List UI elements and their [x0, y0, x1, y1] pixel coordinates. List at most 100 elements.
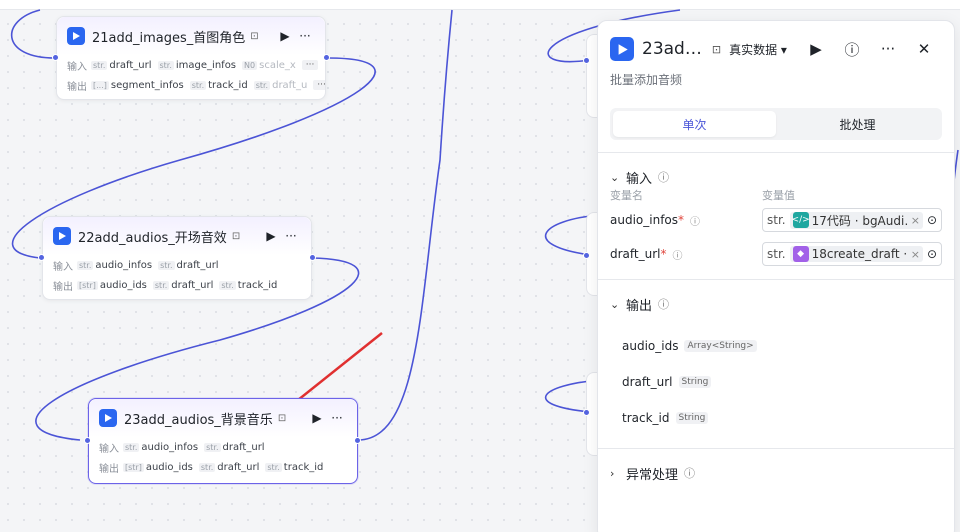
input-chip: N0 scale_x: [242, 59, 296, 71]
chevron-down-icon: ⌄: [610, 170, 620, 184]
error-section: › 异常处理 ⓘ: [598, 449, 954, 497]
play-logo-icon: [99, 409, 117, 427]
input-port[interactable]: [38, 254, 45, 261]
cube-icon: ◆: [792, 246, 809, 262]
node-config-panel: 23ad… ⊡ 真实数据 ▾ ▶ ⓘ ··· ✕ 批量添加音频 单次 批处理 ⌄…: [597, 20, 955, 532]
output-chip: [...] segment_infos: [91, 79, 184, 91]
node-more-button[interactable]: ···: [295, 29, 315, 43]
input-port[interactable]: [84, 437, 91, 444]
input-column-headers: 变量名 变量值: [610, 187, 942, 203]
help-icon[interactable]: ⓘ: [834, 39, 870, 60]
variable-reference[interactable]: ◆ 18create_draft · d ×: [789, 246, 923, 262]
run-node-button[interactable]: ▶: [261, 229, 281, 243]
play-logo-icon: [67, 27, 85, 45]
play-logo-icon: [610, 37, 634, 61]
target-icon[interactable]: ⊙: [927, 247, 937, 261]
info-icon: ⓘ: [690, 216, 701, 228]
tag-icon: ⊡: [250, 30, 259, 42]
input-row: audio_infos * ⓘ str. </> 17代码 · bgAudi… × …: [610, 203, 942, 237]
output-row: draft_url String: [610, 364, 942, 400]
clear-icon[interactable]: ×: [911, 214, 920, 227]
error-section-title: 异常处理: [626, 467, 679, 483]
node-outputs-row: 输出 [...] segment_infos str. track_id str. d…: [57, 75, 325, 95]
output-section: ⌄ 输出 ⓘ audio_ids Array<String> draft_url S…: [598, 280, 954, 436]
input-chip: str. audio_infos: [123, 441, 199, 453]
input-name: audio_infos * ⓘ: [610, 213, 701, 228]
input-chip: str. draft_url: [158, 259, 219, 271]
node-title: 22add_audios_开场音效: [78, 230, 227, 246]
output-port[interactable]: [354, 437, 361, 444]
clear-icon[interactable]: ×: [911, 248, 920, 261]
output-port[interactable]: [323, 54, 330, 61]
chevron-down-icon: ⌄: [610, 297, 620, 311]
workflow-node-21[interactable]: 21add_images_首图角色 ⊡ ▶ ··· 输入 str. draft_u…: [56, 16, 326, 100]
output-section-toggle[interactable]: ⌄ 输出 ⓘ: [610, 280, 942, 328]
input-port[interactable]: [583, 409, 590, 416]
workflow-node-23[interactable]: 23add_audios_背景音乐 ⊡ ▶ ··· 输入 str. audio_i…: [88, 398, 358, 484]
play-logo-icon: [53, 227, 71, 245]
node-outputs-row: 输出 [str] audio_ids str. draft_url str. trac…: [89, 457, 357, 477]
workflow-node-22[interactable]: 22add_audios_开场音效 ⊡ ▶ ··· 输入 str. audio_i…: [42, 216, 312, 300]
more-icon[interactable]: ···: [870, 40, 906, 58]
input-chip: str. image_infos: [157, 59, 237, 71]
run-node-button[interactable]: ▶: [307, 411, 327, 425]
info-icon: ⓘ: [658, 298, 670, 311]
col-value-header: 变量值: [762, 189, 795, 202]
output-row: audio_ids Array<String>: [610, 328, 942, 364]
node-title: 23add_audios_背景音乐: [124, 412, 273, 428]
output-port[interactable]: [309, 254, 316, 261]
run-node-button[interactable]: ▶: [275, 29, 295, 43]
input-chip: str. draft_url: [91, 59, 152, 71]
node-header: 23add_audios_背景音乐 ⊡ ▶ ···: [89, 399, 357, 437]
input-port[interactable]: [583, 252, 590, 259]
panel-title: 23ad…: [642, 39, 702, 59]
more-outputs-chip[interactable]: ···: [313, 80, 325, 90]
outputs-label: 输出: [99, 463, 119, 475]
node-outputs-row: 输出 [str] audio_ids str. draft_url str. trac…: [43, 275, 311, 295]
outputs-label: 输出: [53, 281, 73, 293]
input-port[interactable]: [52, 54, 59, 61]
output-chip: str. track_id: [189, 79, 248, 91]
run-icon[interactable]: ▶: [798, 40, 834, 58]
output-row: track_id String: [610, 400, 942, 436]
input-name: draft_url * ⓘ: [610, 247, 683, 262]
node-inputs-row: 输入 str. audio_infos str. draft_url: [89, 437, 357, 457]
col-name-header: 变量名: [610, 189, 643, 202]
output-chip: str. draft_url: [152, 279, 214, 291]
tab-single[interactable]: 单次: [613, 111, 776, 137]
tab-batch[interactable]: 批处理: [776, 111, 939, 137]
variable-reference[interactable]: </> 17代码 · bgAudi… ×: [789, 211, 923, 229]
output-chip: str. draft_u: [253, 79, 308, 91]
info-icon: ⓘ: [684, 467, 696, 480]
mode-tabs: 单次 批处理: [610, 108, 942, 140]
output-section-title: 输出: [626, 298, 653, 314]
output-chip: str. track_id: [265, 461, 324, 473]
panel-header: 23ad… ⊡ 真实数据 ▾ ▶ ⓘ ··· ✕: [598, 21, 954, 77]
output-chip: [str] audio_ids: [77, 279, 147, 291]
inputs-label: 输入: [99, 443, 119, 455]
more-inputs-chip[interactable]: ···: [301, 60, 319, 70]
chevron-right-icon: ›: [610, 466, 615, 480]
node-more-button[interactable]: ···: [281, 229, 301, 243]
input-value-field[interactable]: str. </> 17代码 · bgAudi… × ⊙: [762, 208, 942, 232]
input-port[interactable]: [583, 57, 590, 64]
output-chip: [str] audio_ids: [123, 461, 193, 473]
panel-description: 批量添加音频: [610, 73, 683, 87]
inputs-label: 输入: [67, 61, 87, 73]
input-section: ⌄ 输入 ⓘ 变量名 变量值 audio_infos * ⓘ str. </> 17…: [598, 153, 954, 271]
error-section-toggle[interactable]: › 异常处理 ⓘ: [610, 449, 942, 497]
output-chip: str. draft_url: [198, 461, 260, 473]
node-more-button[interactable]: ···: [327, 411, 347, 425]
input-row: draft_url*ⓘ str. ◆ 18create_draft · d × …: [610, 237, 942, 271]
info-icon: ⓘ: [672, 250, 683, 262]
tag-icon: ⊡: [277, 412, 287, 424]
close-icon[interactable]: ✕: [906, 40, 942, 58]
info-icon: ⓘ: [658, 171, 670, 184]
input-section-title: 输入: [626, 171, 653, 187]
input-value-field[interactable]: str. ◆ 18create_draft · d × ⊙: [762, 242, 942, 266]
inputs-label: 输入: [53, 261, 73, 273]
data-mode-select[interactable]: 真实数据 ▾: [729, 41, 787, 58]
target-icon[interactable]: ⊙: [927, 213, 937, 227]
outputs-label: 输出: [67, 81, 87, 93]
input-chip: str. draft_url: [204, 441, 265, 453]
